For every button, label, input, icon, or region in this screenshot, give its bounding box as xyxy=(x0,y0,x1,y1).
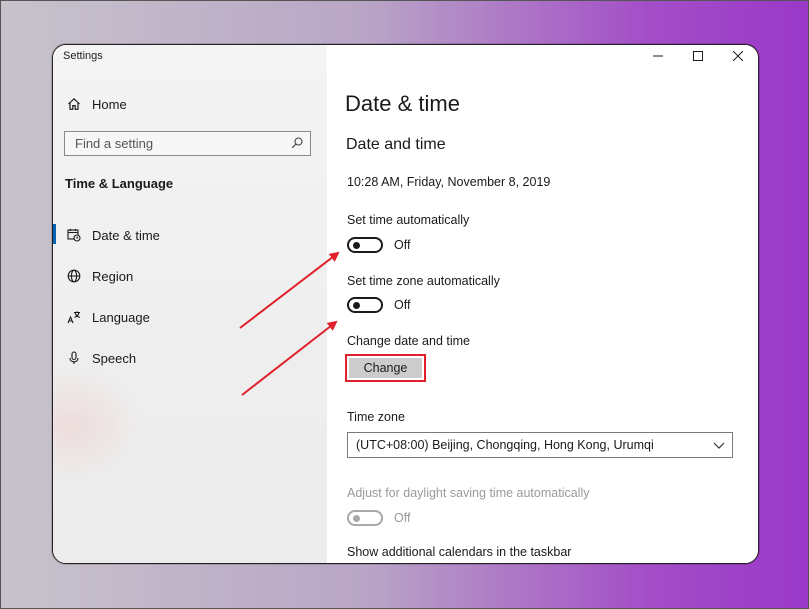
minimize-icon xyxy=(653,55,663,57)
sidebar-item-date-time[interactable]: Date & time xyxy=(65,224,160,246)
search-icon[interactable] xyxy=(290,136,304,150)
sidebar-item-label: Home xyxy=(92,96,127,112)
time-zone-value: (UTC+08:00) Beijing, Chongqing, Hong Kon… xyxy=(356,438,654,452)
globe-icon xyxy=(65,267,83,285)
sidebar-item-label: Language xyxy=(92,309,150,325)
set-time-auto-toggle[interactable] xyxy=(347,237,383,253)
set-timezone-auto-toggle[interactable] xyxy=(347,297,383,313)
set-timezone-auto-label: Set time zone automatically xyxy=(347,274,500,288)
change-button[interactable]: Change xyxy=(349,358,422,378)
daylight-saving-label: Adjust for daylight saving time automati… xyxy=(347,486,590,500)
change-button-highlight: Change xyxy=(345,354,426,382)
sidebar-item-home[interactable]: Home xyxy=(65,93,127,115)
sidebar-item-label: Speech xyxy=(92,350,137,366)
current-datetime: 10:28 AM, Friday, November 8, 2019 xyxy=(347,175,551,189)
sidebar-item-label: Date & time xyxy=(92,227,160,243)
daylight-saving-toggle xyxy=(347,510,383,526)
sidebar-item-region[interactable]: Region xyxy=(65,265,133,287)
page-title: Date & time xyxy=(345,91,460,116)
selected-indicator xyxy=(53,224,56,244)
sidebar: Settings Home Time & Language xyxy=(53,45,327,563)
set-time-auto-label: Set time automatically xyxy=(347,213,470,227)
maximize-icon xyxy=(693,51,703,61)
time-zone-select[interactable]: (UTC+08:00) Beijing, Chongqing, Hong Kon… xyxy=(347,432,733,458)
toggle-knob xyxy=(353,301,360,309)
microphone-icon xyxy=(65,349,83,367)
sidebar-item-speech[interactable]: Speech xyxy=(65,347,136,369)
time-zone-label: Time zone xyxy=(347,410,405,424)
minimize-button[interactable] xyxy=(638,45,678,67)
additional-calendars-label: Show additional calendars in the taskbar xyxy=(347,545,572,559)
window-title: Settings xyxy=(63,50,103,62)
section-title: Date and time xyxy=(346,136,446,153)
set-timezone-auto-row: Off xyxy=(347,295,410,315)
chevron-down-icon xyxy=(713,442,725,449)
sidebar-glow xyxy=(53,365,143,485)
section-heading: Time & Language xyxy=(65,176,174,191)
daylight-saving-state: Off xyxy=(394,511,411,525)
date-time-icon xyxy=(65,226,83,244)
sidebar-item-language[interactable]: Language xyxy=(65,306,150,328)
search-input[interactable] xyxy=(65,135,287,152)
close-button[interactable] xyxy=(718,45,758,67)
language-icon xyxy=(65,308,83,326)
set-time-auto-state: Off xyxy=(394,238,411,252)
set-time-auto-row: Off xyxy=(347,235,410,255)
toggle-knob xyxy=(353,514,360,522)
daylight-saving-row: Off xyxy=(347,508,410,528)
search-box[interactable] xyxy=(64,131,311,156)
close-icon xyxy=(733,51,743,61)
toggle-knob xyxy=(353,241,360,249)
settings-window: Settings Home Time & Language xyxy=(52,44,759,564)
home-icon xyxy=(65,95,83,113)
maximize-button[interactable] xyxy=(678,45,718,67)
window-controls xyxy=(638,45,758,67)
change-date-time-label: Change date and time xyxy=(347,334,471,348)
main-content: Date & time Date and time 10:28 AM, Frid… xyxy=(327,45,758,563)
set-timezone-auto-state: Off xyxy=(394,298,411,312)
sidebar-item-label: Region xyxy=(92,268,134,284)
